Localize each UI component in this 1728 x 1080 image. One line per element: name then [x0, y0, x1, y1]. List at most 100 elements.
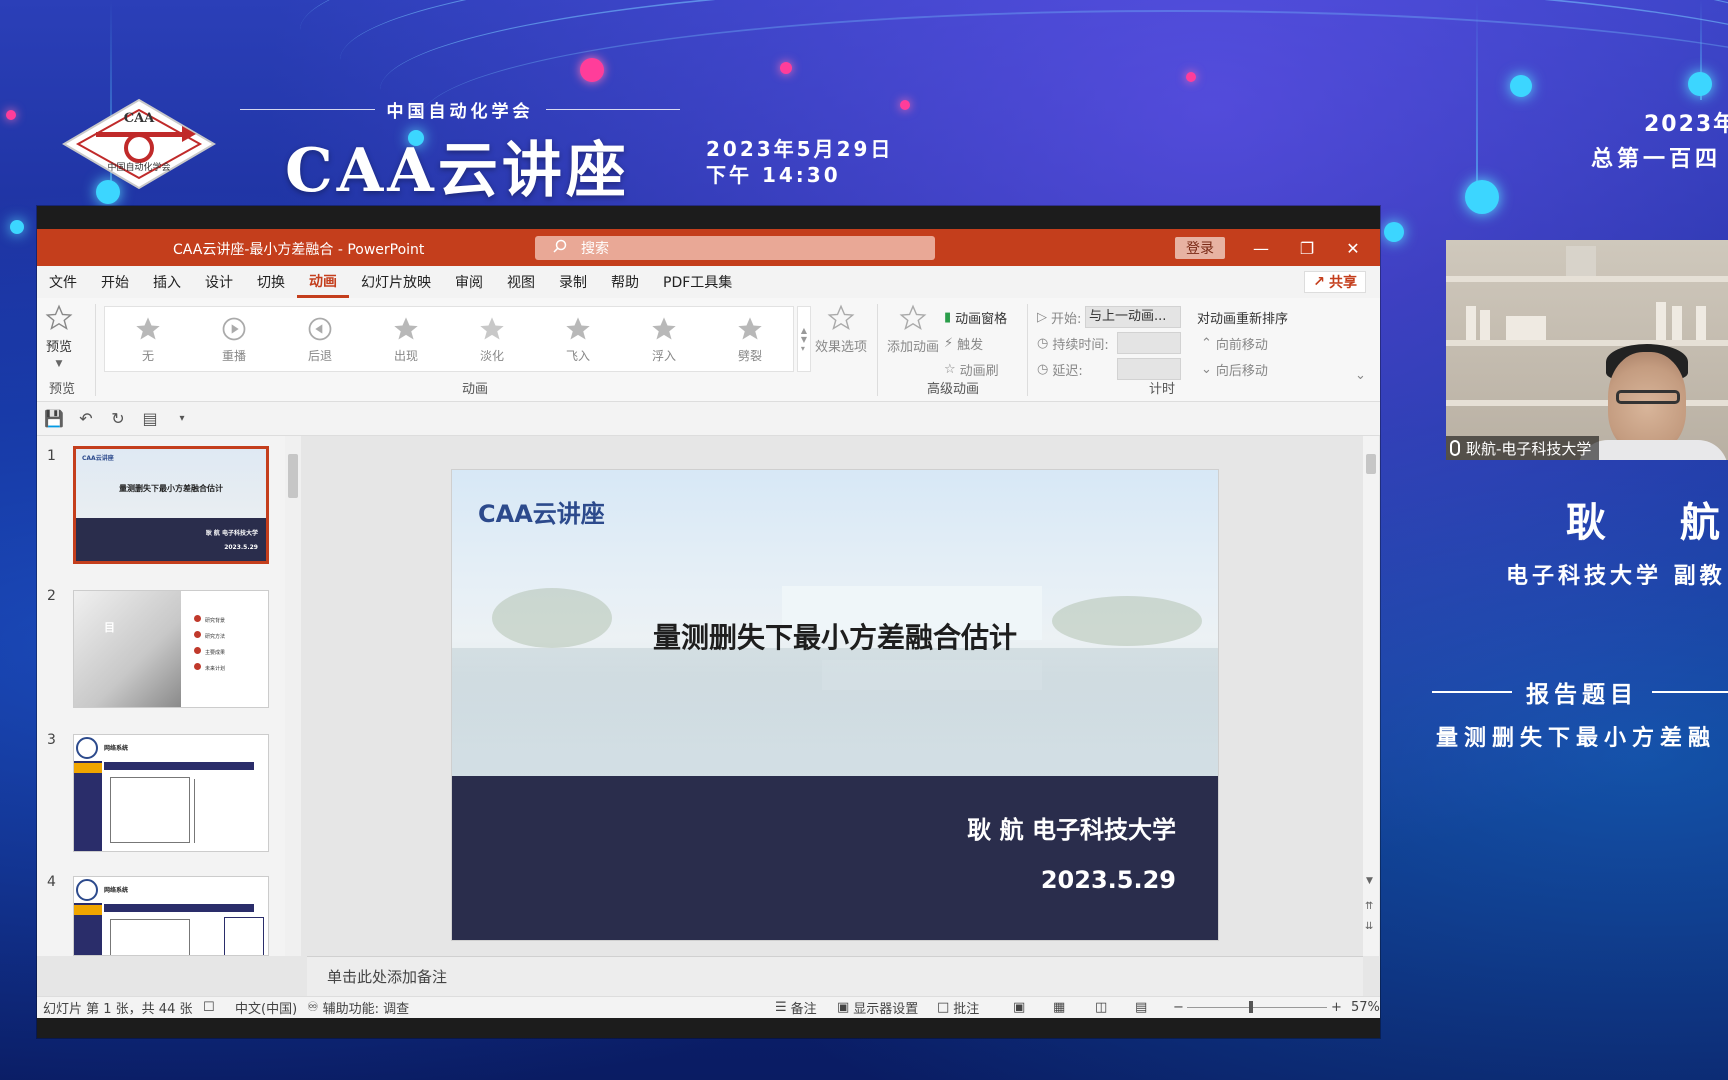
animation-back[interactable]: 后退 [285, 315, 355, 364]
search-input[interactable]: 搜索 [535, 236, 935, 260]
chevron-down-icon: ⌄ [1201, 362, 1212, 377]
animation-fly-in[interactable]: 飞入 [543, 315, 613, 364]
close-icon[interactable]: ✕ [1341, 237, 1365, 259]
login-button[interactable]: 登录 [1175, 237, 1225, 259]
undo-icon[interactable]: ↶ [77, 409, 95, 428]
animation-float-in[interactable]: 浮入 [629, 315, 699, 364]
tab-review[interactable]: 审阅 [443, 266, 495, 298]
display-icon: ▣ [837, 1000, 850, 1015]
slideshow-view-icon[interactable]: ▤ [1135, 1000, 1147, 1015]
tabs-container: 文件 开始 插入 设计 切换 动画 幻灯片放映 审阅 视图 录制 帮助 PDF工… [37, 266, 744, 298]
restore-icon[interactable]: ❐ [1295, 237, 1319, 259]
delay-input[interactable] [1117, 358, 1181, 380]
animation-pane-button[interactable]: ▮ 动画窗格 [944, 308, 1007, 327]
move-later-button[interactable]: ⌄ 向后移动 [1201, 360, 1268, 379]
tab-home[interactable]: 开始 [89, 266, 141, 298]
animation-replay[interactable]: 重播 [199, 315, 269, 364]
customize-toolbar-icon[interactable]: ▾ [173, 410, 191, 428]
zoom-level[interactable]: 57% [1351, 1000, 1380, 1015]
thumbnail-title: 目 [104, 621, 115, 634]
tab-help[interactable]: 帮助 [599, 266, 651, 298]
thumbnail-number: 1 [47, 448, 56, 464]
zoom-slider-thumb[interactable] [1249, 1001, 1253, 1013]
animation-none[interactable]: 无 [113, 315, 183, 364]
comment-icon: □ [937, 1000, 950, 1015]
animation-painter-label: 动画刷 [959, 364, 999, 379]
tab-slideshow[interactable]: 幻灯片放映 [349, 266, 443, 298]
ribbon-separator [95, 304, 96, 396]
tab-record[interactable]: 录制 [547, 266, 599, 298]
lightning-icon: ⚡ [944, 336, 954, 351]
gallery-scroll[interactable]: ▲ ▼ ▾ [797, 306, 811, 372]
present-icon[interactable]: ▤ [141, 409, 159, 428]
animation-split[interactable]: 劈裂 [715, 315, 785, 364]
duration-input[interactable] [1117, 332, 1181, 354]
decor-dot [1186, 72, 1196, 82]
topic-heading: 报告题目 [1432, 678, 1728, 708]
language-indicator[interactable]: 中文(中国) [235, 998, 297, 1017]
speaker-name: 耿 航 [1566, 500, 1720, 546]
thumbnail-slide-3[interactable]: 网络系统 [73, 734, 269, 852]
tab-view[interactable]: 视图 [495, 266, 547, 298]
animation-label: 无 [141, 348, 154, 363]
animation-pane-icon: ▮ [944, 310, 952, 325]
animation-appear[interactable]: 出现 [371, 315, 441, 364]
effect-options-button[interactable]: 效果选项 [815, 304, 867, 355]
comments-button[interactable]: □ 批注 [937, 998, 979, 1017]
next-slide-icon[interactable]: ⇊ [1365, 921, 1373, 932]
animation-painter-button[interactable]: ☆ 动画刷 [944, 360, 999, 379]
share-button[interactable]: ↗ 共享 [1304, 271, 1366, 293]
svg-text:CAA: CAA [124, 111, 155, 126]
group-label-advanced: 高级动画 [927, 382, 980, 397]
tab-design[interactable]: 设计 [193, 266, 245, 298]
notes-toggle[interactable]: ☰ 备注 [775, 998, 817, 1017]
redo-icon[interactable]: ↻ [109, 409, 127, 428]
trigger-button[interactable]: ⚡ 触发 [944, 334, 983, 353]
thumbnail-scrollbar[interactable] [285, 436, 301, 956]
search-placeholder: 搜索 [581, 241, 609, 257]
zoom-out-icon[interactable]: − [1173, 1000, 1184, 1015]
start-label: ▷ 开始: [1037, 308, 1081, 327]
accessibility-button[interactable]: ♾ 辅助功能: 调查 [307, 998, 409, 1017]
zoom-slider[interactable] [1187, 1001, 1327, 1013]
zoom-in-icon[interactable]: + [1331, 1000, 1342, 1015]
tab-insert[interactable]: 插入 [141, 266, 193, 298]
thumbnail-slide-2[interactable]: 目 研究背景 研究方法 主要成果 未来计划 [73, 590, 269, 708]
decor-dot [1688, 72, 1712, 96]
tab-file[interactable]: 文件 [37, 266, 89, 298]
org-name: 中国自动化学会 [386, 101, 534, 122]
painter-icon: ☆ [944, 362, 956, 377]
slide-scrollbar[interactable]: ▼ ⇈ ⇊ [1363, 436, 1379, 956]
current-slide[interactable]: CAA云讲座 量测删失下最小方差融合估计 耿 航 电子科技大学 2023.5.2… [452, 470, 1218, 940]
duration-label: ◷ 持续时间: [1037, 334, 1109, 353]
scroll-down-icon[interactable]: ▼ [1366, 876, 1373, 886]
thumbnail-slide-1[interactable]: CAA云讲座 量测删失下最小方差融合估计 耿 航 电子科技大学 2023.5.2… [73, 446, 269, 564]
spellcheck-icon[interactable]: ☐ [203, 1000, 215, 1015]
ribbon-tabs: 文件 开始 插入 设计 切换 动画 幻灯片放映 审阅 视图 录制 帮助 PDF工… [37, 266, 1380, 298]
start-select[interactable]: 与上一动画... [1085, 306, 1181, 328]
tab-pdf-tools[interactable]: PDF工具集 [651, 266, 744, 298]
thumbnail-slide-4[interactable]: 网络系统 [73, 876, 269, 956]
event-year: 2023年 [1644, 112, 1728, 137]
slide-counter: 幻灯片 第 1 张，共 44 张 [43, 1002, 193, 1017]
reading-view-icon[interactable]: ◫ [1095, 1000, 1107, 1015]
preview-button[interactable]: 预览 ▼ [45, 304, 73, 369]
slide-title: 量测删失下最小方差融合估计 [652, 621, 1017, 654]
reorder-label: 对动画重新排序 [1197, 312, 1289, 327]
collapse-ribbon-icon[interactable]: ⌄ [1355, 368, 1366, 383]
tab-transitions[interactable]: 切换 [245, 266, 297, 298]
normal-view-icon[interactable]: ▣ [1013, 1000, 1025, 1015]
slide-sorter-icon[interactable]: ▦ [1053, 1000, 1065, 1015]
minimize-icon[interactable]: — [1249, 237, 1273, 259]
animation-fade[interactable]: 淡化 [457, 315, 527, 364]
tab-animations[interactable]: 动画 [297, 266, 349, 298]
add-animation-button[interactable]: 添加动画 [887, 304, 939, 355]
notes-input[interactable]: 单击此处添加备注 [307, 956, 1363, 996]
star-icon [566, 316, 590, 339]
save-icon[interactable]: 💾 [44, 409, 64, 428]
move-earlier-button[interactable]: ⌃ 向前移动 [1201, 334, 1268, 353]
previous-slide-icon[interactable]: ⇈ [1365, 901, 1373, 912]
topic-heading-text: 报告题目 [1526, 682, 1638, 708]
display-settings-button[interactable]: ▣ 显示器设置 [837, 998, 918, 1017]
accessibility-label: 辅助功能: 调查 [322, 1002, 410, 1017]
